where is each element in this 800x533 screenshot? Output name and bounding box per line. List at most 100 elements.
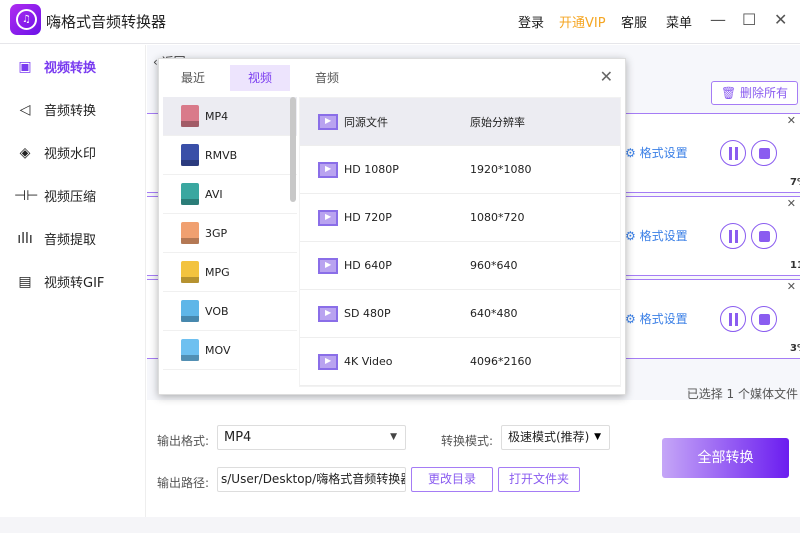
resolution-name: 4K Video [344,355,393,368]
resolution-name: 同源文件 [344,115,388,129]
file-format-icon [181,105,199,127]
stop-button[interactable] [751,223,777,249]
convert-all-button[interactable]: 全部转换 [662,438,789,478]
resolution-item[interactable]: HD 720P 1080*720 [300,194,620,242]
file-format-icon [181,183,199,205]
resolution-value: 4096*2160 [470,355,532,368]
app-title: 嗨格式音频转换器 [46,13,167,31]
sidebar-item-audio-extract[interactable]: ıllı 音频提取 [0,217,145,260]
resolution-name: HD 640P [344,259,392,272]
resolution-value: 1920*1080 [470,163,532,176]
stop-button[interactable] [751,140,777,166]
mode-value: 极速模式(推荐) [508,430,590,444]
sidebar-item-label: 视频压缩 [44,190,97,205]
format-item[interactable]: VOB [163,292,297,331]
remove-icon[interactable]: ✕ [787,197,796,210]
sidebar-item-label: 视频水印 [44,147,97,162]
sidebar-item-audio-convert[interactable]: ◁ 音频转换 [0,88,145,131]
pause-button[interactable] [720,223,746,249]
resolution-item[interactable]: HD 640P 960*640 [300,242,620,290]
format-item[interactable]: MPG [163,253,297,292]
format-item[interactable]: AVI [163,175,297,214]
remove-icon[interactable]: ✕ [787,280,796,293]
tab-recent[interactable]: 最近 [163,65,223,91]
resolution-item[interactable]: 4K Video 4096*2160 [300,338,620,386]
format-settings-button[interactable]: ⚙ 格式设置 [625,310,688,327]
format-popup: 最近 视频 音频 ✕ MP4 RMVB AVI 3GP MPG VOB MOV 同源文件 原始… [158,58,626,395]
pause-button[interactable] [720,140,746,166]
format-value: MP4 [224,430,252,445]
format-list-scrollbar[interactable] [290,97,296,202]
resolution-name: HD 720P [344,211,392,224]
resolution-value: 960*640 [470,259,518,272]
tab-video[interactable]: 视频 [230,65,290,91]
path-input[interactable]: s/User/Desktop/嗨格式音频转换器 [217,467,406,492]
video-file-icon [318,209,338,226]
remove-icon[interactable]: ✕ [787,114,796,127]
delete-all-label: 删除所有 [740,86,789,100]
popup-close-icon[interactable]: ✕ [600,67,613,86]
dropdown-arrow-icon: ▼ [390,432,397,442]
resolution-value: 原始分辨率 [470,115,525,129]
video-file-icon [318,113,338,130]
gif-icon: ▤ [18,273,32,290]
file-format-icon [181,222,199,244]
format-name: VOB [205,304,229,318]
format-settings-button[interactable]: ⚙ 格式设置 [625,227,688,244]
format-name: MPG [205,265,230,279]
open-folder-button[interactable]: 打开文件夹 [498,467,580,492]
audio-convert-icon: ◁ [19,101,31,118]
service-link[interactable]: 客服 [621,12,647,31]
sidebar-item-video-convert[interactable]: ▣ 视频转换 [0,45,145,88]
format-settings-label: 格式设置 [639,312,688,326]
progress-text: 11% [790,260,800,271]
format-list: MP4 RMVB AVI 3GP MPG VOB MOV [163,97,297,393]
sidebar-item-compress[interactable]: ⊣⊢ 视频压缩 [0,174,145,217]
pause-button[interactable] [720,306,746,332]
sidebar-item-gif[interactable]: ▤ 视频转GIF [0,260,145,303]
vip-link[interactable]: 开通VIP [559,12,606,31]
file-format-icon [181,261,199,283]
progress-text: 3% [790,343,800,354]
resolution-item[interactable]: HD 1080P 1920*1080 [300,146,620,194]
format-item[interactable]: MP4 [163,97,297,136]
minimize-icon[interactable]: — [710,10,726,29]
path-label: 输出路径: [157,476,210,490]
output-panel: 输出格式: MP4 ▼ 转换模式: 极速模式(推荐) ▼ 输出路径: s/User/… [147,400,800,517]
change-dir-button[interactable]: 更改目录 [411,467,493,492]
video-file-icon [318,161,338,178]
close-icon[interactable]: ✕ [774,10,787,29]
format-name: MP4 [205,109,229,123]
status-footer [0,517,800,533]
format-item[interactable]: RMVB [163,136,297,175]
format-settings-button[interactable]: ⚙ 格式设置 [625,144,688,161]
login-link[interactable]: 登录 [518,12,544,31]
format-item[interactable]: 3GP [163,214,297,253]
audio-extract-icon: ıllı [17,230,33,247]
sidebar-item-label: 音频提取 [44,233,97,248]
video-convert-icon: ▣ [18,58,32,75]
watermark-icon: ◈ [19,144,31,161]
resolution-item[interactable]: 同源文件 原始分辨率 [300,98,620,146]
menu-link[interactable]: 菜单 [666,12,692,31]
app-logo [10,4,41,35]
tab-audio[interactable]: 音频 [297,65,357,91]
stop-button[interactable] [751,306,777,332]
dropdown-arrow-icon: ▼ [594,432,601,442]
resolution-value: 640*480 [470,307,518,320]
format-name: 3GP [205,226,228,240]
format-select[interactable]: MP4 ▼ [217,425,406,450]
resolution-item[interactable]: SD 480P 640*480 [300,290,620,338]
maximize-icon[interactable]: ☐ [742,10,756,29]
sidebar: ▣ 视频转换 ◁ 音频转换 ◈ 视频水印 ⊣⊢ 视频压缩 ıllı 音频提取 ▤ 视频转GI… [0,45,146,533]
mode-label: 转换模式: [441,434,494,448]
format-item[interactable]: MOV [163,331,297,370]
file-format-icon [181,300,199,322]
resolution-list: 同源文件 原始分辨率 HD 1080P 1920*1080 HD 720P 1080*72… [299,97,621,387]
mode-select[interactable]: 极速模式(推荐) ▼ [501,425,610,450]
format-name: AVI [205,187,223,201]
format-name: MOV [205,343,231,357]
delete-all-button[interactable]: 🗑 删除所有 [711,81,798,105]
sidebar-item-watermark[interactable]: ◈ 视频水印 [0,131,145,174]
format-label: 输出格式: [157,434,210,448]
